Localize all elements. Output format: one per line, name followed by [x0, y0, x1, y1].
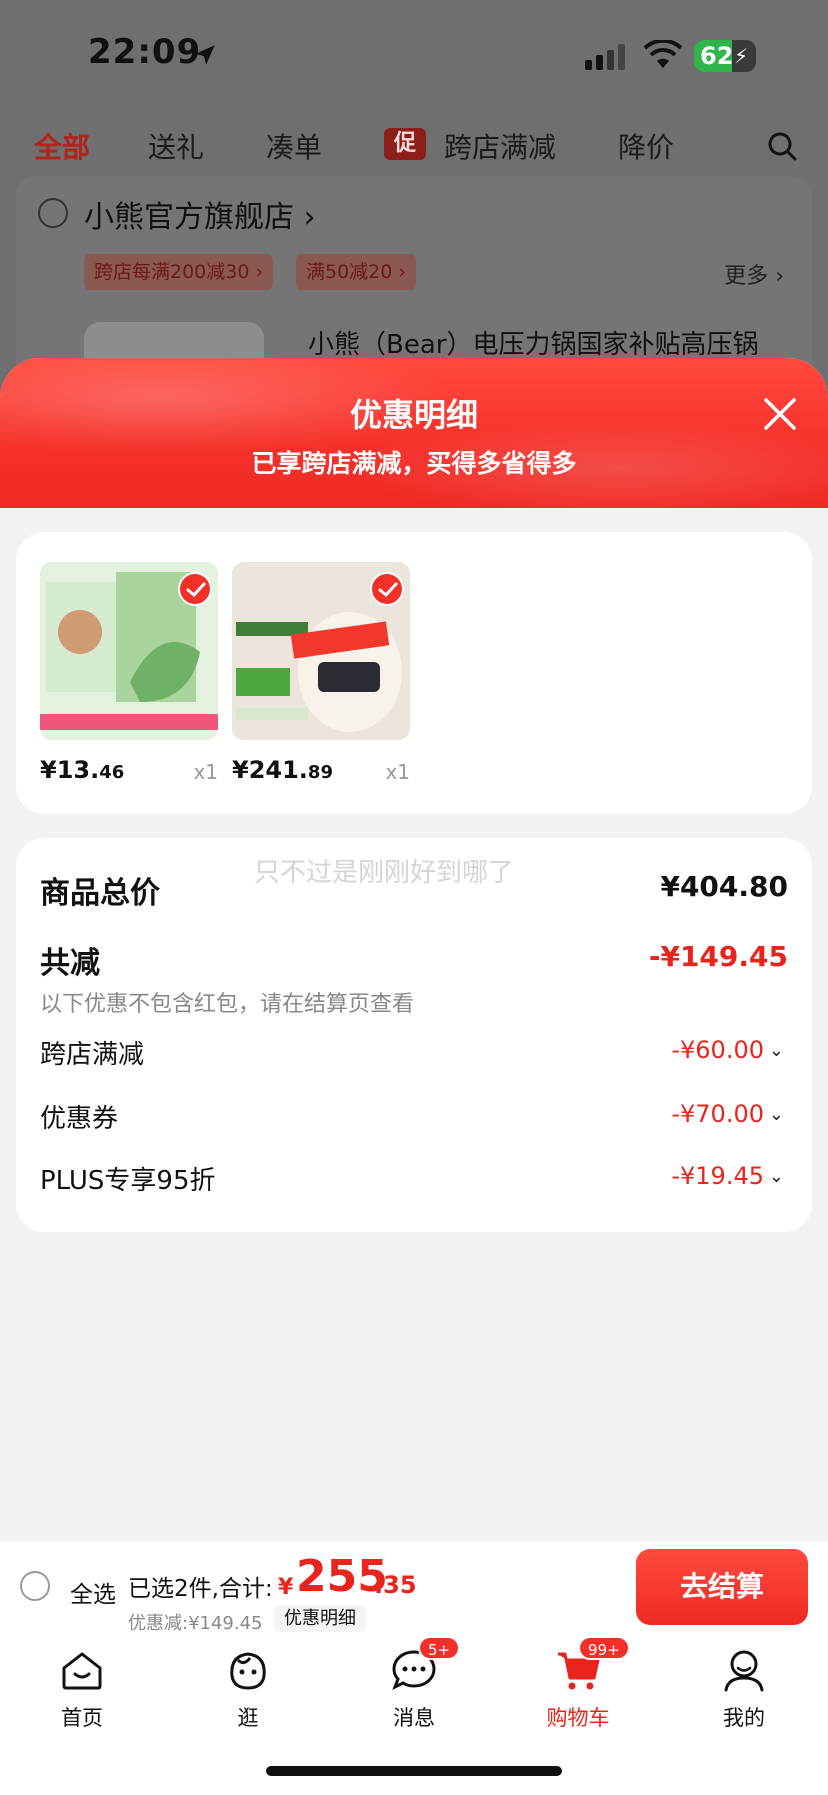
tab-cart[interactable]: 99+ 购物车 [518, 1636, 638, 1732]
discount-detail-link[interactable]: 优惠明细 [274, 1605, 366, 1633]
coupon-discount-label[interactable]: 优惠券 [40, 1098, 118, 1135]
chevron-down-icon[interactable]: ⌄ [769, 1104, 784, 1125]
selected-products-card: ¥13.46 x1 ¥241.89 x1 [16, 532, 812, 814]
total-currency: ¥ [278, 1575, 294, 1600]
store-name[interactable]: 小熊官方旗舰店 › [84, 192, 316, 236]
product-quantity: x1 [385, 760, 410, 784]
sheet-subtitle: 已享跨店满减，买得多省得多 [251, 449, 577, 478]
tab-price-drop[interactable]: 降价 [618, 126, 674, 166]
location-arrow-icon [195, 45, 215, 65]
selected-count-label: 已选2件,合计: [128, 1576, 273, 1602]
tab-add-on[interactable]: 凑单 [266, 126, 322, 166]
status-time: 22:09 [88, 32, 202, 72]
tab-label: 我的 [723, 1706, 765, 1730]
plus-discount-label[interactable]: PLUS专享95折 [40, 1160, 216, 1197]
cart-count-badge: 99+ [578, 1636, 630, 1660]
chevron-down-icon[interactable]: ⌄ [769, 1040, 784, 1061]
search-icon[interactable] [766, 130, 798, 162]
promo-badge: 促 [384, 128, 426, 160]
sheet-title: 优惠明细 [349, 396, 478, 434]
tab-label: 购物车 [546, 1706, 610, 1730]
total-amount-decimal: .35 [374, 1571, 417, 1599]
coupon-tag-cross-store[interactable]: 跨店每满200减30 › [84, 254, 274, 290]
more-coupons-link[interactable]: 更多 › [724, 258, 784, 290]
select-all-radio[interactable] [20, 1571, 50, 1601]
tab-messages[interactable]: 5+ 消息 [354, 1636, 474, 1732]
checkout-button[interactable]: 去结算 [636, 1549, 808, 1625]
bottom-tab-bar: 首页 逛 5+ 消息 99+ 购物车 我的 [0, 1632, 828, 1795]
cart-icon-wrap: 99+ [554, 1636, 630, 1694]
select-all-label[interactable]: 全选 [70, 1575, 116, 1609]
message-count-badge: 5+ [418, 1636, 461, 1660]
tab-all[interactable]: 全部 [34, 126, 90, 166]
price-summary-card: 只不过是刚刚好到哪了 商品总价 ¥404.80 共减 -¥149.45 以下优惠… [16, 838, 812, 1232]
battery-level: 62 [700, 42, 734, 70]
total-reduction-value: -¥149.45 [648, 940, 788, 973]
browse-face-icon [230, 1652, 266, 1690]
wifi-icon [643, 40, 683, 68]
profile-icon [724, 1650, 764, 1692]
coupon-tag-50-off-20[interactable]: 满50减20 › [296, 254, 416, 290]
tab-label: 首页 [61, 1706, 103, 1730]
tab-gift[interactable]: 送礼 [148, 126, 204, 166]
charging-bolt-icon: ⚡ [733, 44, 748, 68]
home-indicator[interactable] [266, 1766, 562, 1776]
tab-home[interactable]: 首页 [22, 1646, 142, 1732]
top-filter-tabs: 全部 送礼 凑单 促 跨店满减 降价 [0, 118, 828, 174]
sheet-header: 优惠明细 已享跨店满减，买得多省得多 [0, 358, 828, 508]
store-select-radio[interactable] [38, 198, 68, 228]
total-reduction-label: 共减 [40, 946, 100, 981]
home-icon [62, 1652, 102, 1690]
status-bar: 22:09 62 ⚡ [0, 0, 828, 110]
total-price-label: 商品总价 [40, 876, 160, 911]
selected-check-icon[interactable] [178, 572, 212, 606]
store-product-title[interactable]: 小熊（Bear）电压力锅国家补贴高压锅 [308, 324, 758, 361]
selected-check-icon[interactable] [370, 572, 404, 606]
tab-label: 逛 [237, 1706, 259, 1730]
total-price-value: ¥404.80 [660, 870, 788, 903]
cross-store-discount-label[interactable]: 跨店满减 [40, 1034, 144, 1071]
tab-profile[interactable]: 我的 [684, 1646, 804, 1732]
chevron-down-icon[interactable]: ⌄ [769, 1166, 784, 1187]
plus-discount-value[interactable]: -¥19.45 [671, 1162, 764, 1190]
reduction-note: 以下优惠不包含红包，请在结算页查看 [40, 992, 415, 1017]
cross-store-discount-value[interactable]: -¥60.00 [671, 1036, 764, 1064]
message-icon-wrap: 5+ [390, 1636, 461, 1694]
close-icon[interactable] [760, 394, 800, 434]
background-page: 22:09 62 ⚡ 全部 送礼 凑单 促 跨店满减 降价 小熊官方旗舰店 › … [0, 0, 828, 436]
cellular-signal-icon [585, 44, 625, 70]
tab-label: 消息 [393, 1706, 435, 1730]
battery-indicator: 62 ⚡ [694, 40, 756, 72]
watermark-text: 只不过是刚刚好到哪了 [254, 858, 515, 888]
product-price: ¥241.89 [232, 756, 333, 784]
product-price: ¥13.46 [40, 756, 125, 784]
checkout-bar: 全选 已选2件,合计: ¥ 255 .35 优惠减:¥149.45 优惠明细 去… [0, 1540, 828, 1634]
tab-browse[interactable]: 逛 [188, 1646, 308, 1732]
coupon-discount-value[interactable]: -¥70.00 [671, 1100, 764, 1128]
product-quantity: x1 [193, 760, 218, 784]
tab-cross-store-discount[interactable]: 跨店满减 [444, 126, 556, 166]
